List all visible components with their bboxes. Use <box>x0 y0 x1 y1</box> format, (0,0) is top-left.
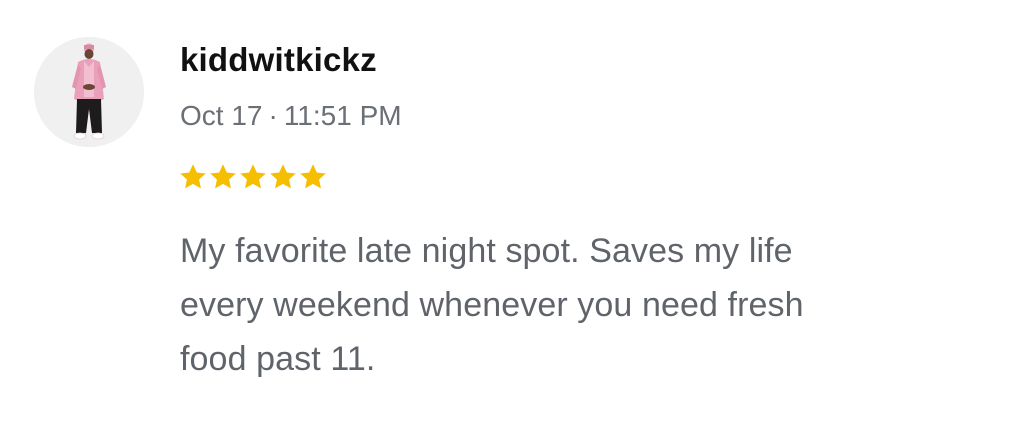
star-icon <box>298 162 328 192</box>
review-text: My favorite late night spot. Saves my li… <box>180 232 804 378</box>
star-icon <box>208 162 238 192</box>
star-icon <box>268 162 298 192</box>
review-time: 11:51 PM <box>283 100 402 131</box>
username[interactable]: kiddwitkickz <box>180 40 377 80</box>
user-avatar-figure-icon <box>34 37 144 147</box>
review-date: Oct 17 <box>180 100 263 131</box>
review-timestamp: Oct 17 · 11:51 PM <box>180 98 402 134</box>
star-icon <box>178 162 208 192</box>
avatar[interactable] <box>34 37 144 147</box>
timestamp-separator: · <box>268 100 278 131</box>
review-card: kiddwitkickz Oct 17 · 11:51 PM My favorite… <box>0 0 1024 440</box>
star-rating <box>178 162 328 194</box>
star-icon <box>238 162 268 192</box>
